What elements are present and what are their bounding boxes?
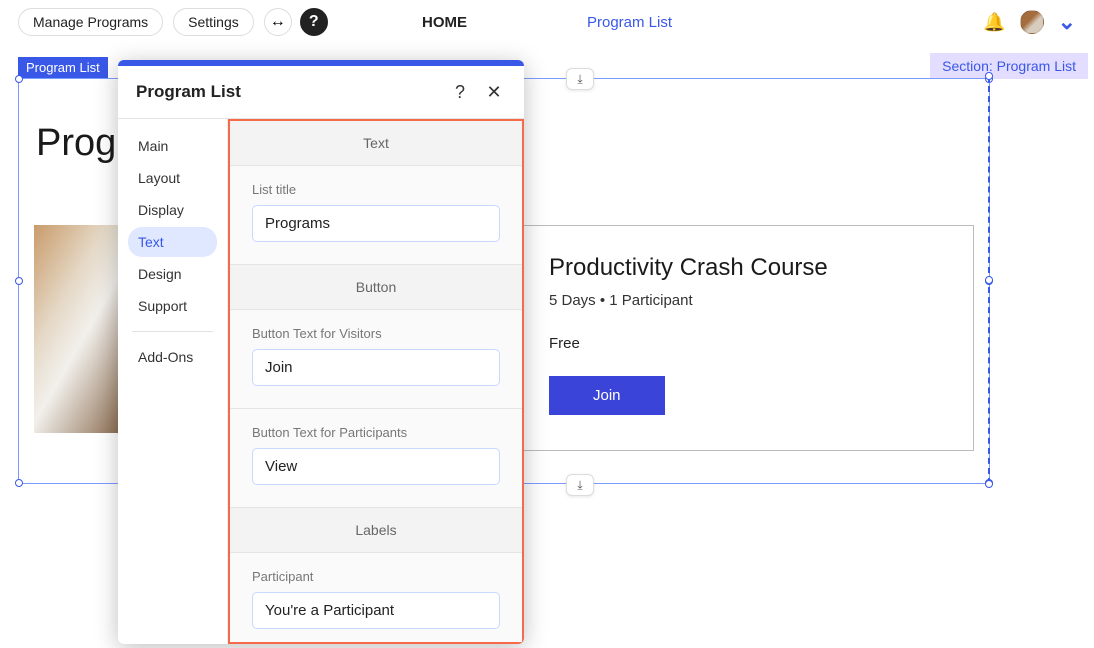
program-card[interactable]: Productivity Crash Course 5 Days • 1 Par… (520, 225, 974, 451)
program-card-meta: 5 Days • 1 Participant (549, 292, 945, 309)
chevron-down-icon[interactable]: ⌄ (1058, 9, 1076, 35)
program-card-title: Productivity Crash Course (549, 254, 945, 282)
btn-participants-input[interactable] (252, 448, 500, 485)
insert-section-top[interactable]: ⤓ (566, 68, 594, 90)
tab-design[interactable]: Design (128, 259, 217, 289)
tab-addons[interactable]: Add-Ons (128, 342, 217, 372)
selection-handle[interactable] (985, 276, 993, 284)
group-header-button: Button (230, 265, 522, 310)
panel-body: Main Layout Display Text Design Support … (118, 119, 524, 644)
bell-icon[interactable]: 🔔 (983, 12, 1005, 33)
nav-center: HOME Program List (422, 14, 672, 31)
vertical-guide (988, 76, 990, 484)
section-label-program-list: Program List (18, 57, 108, 78)
top-bar: Manage Programs Settings ↔ ? HOME Progra… (0, 0, 1094, 44)
swap-icon[interactable]: ↔ (264, 8, 292, 36)
tab-text[interactable]: Text (128, 227, 217, 257)
panel-header: Program List ? ✕ (118, 66, 524, 119)
btn-visitors-input[interactable] (252, 349, 500, 386)
manage-programs-button[interactable]: Manage Programs (18, 8, 163, 36)
join-button[interactable]: Join (549, 376, 665, 415)
help-icon[interactable]: ? (300, 8, 328, 36)
participant-input[interactable] (252, 592, 500, 629)
tab-main[interactable]: Main (128, 131, 217, 161)
selection-handle[interactable] (15, 277, 23, 285)
btn-participants-label: Button Text for Participants (252, 425, 500, 440)
settings-button[interactable]: Settings (173, 8, 254, 36)
selection-handle[interactable] (15, 75, 23, 83)
selection-handle[interactable] (985, 72, 993, 80)
panel-title: Program List (136, 82, 438, 102)
btn-visitors-label: Button Text for Visitors (252, 326, 500, 341)
settings-panel: Program List ? ✕ Main Layout Display Tex… (118, 60, 524, 644)
insert-section-bottom[interactable]: ⤓ (566, 474, 594, 496)
panel-help-icon[interactable]: ? (448, 80, 472, 104)
close-icon[interactable]: ✕ (482, 80, 506, 104)
side-divider (132, 331, 213, 332)
participant-label: Participant (252, 569, 500, 584)
tab-display[interactable]: Display (128, 195, 217, 225)
program-card-price: Free (549, 335, 945, 352)
tab-layout[interactable]: Layout (128, 163, 217, 193)
selection-handle[interactable] (985, 480, 993, 488)
section-label-right: Section: Program List (930, 53, 1088, 79)
tab-support[interactable]: Support (128, 291, 217, 321)
panel-side-tabs: Main Layout Display Text Design Support … (118, 119, 228, 644)
group-header-text: Text (230, 121, 522, 166)
nav-program-list[interactable]: Program List (587, 14, 672, 31)
list-title-input[interactable] (252, 205, 500, 242)
avatar[interactable] (1020, 10, 1044, 34)
list-title-label: List title (252, 182, 500, 197)
nav-home[interactable]: HOME (422, 14, 467, 31)
topbar-right: 🔔 ⌄ (983, 9, 1076, 35)
selection-handle[interactable] (15, 479, 23, 487)
panel-form-area: Text List title Button Button Text for V… (228, 119, 524, 644)
group-header-labels: Labels (230, 508, 522, 553)
program-image (34, 225, 122, 433)
